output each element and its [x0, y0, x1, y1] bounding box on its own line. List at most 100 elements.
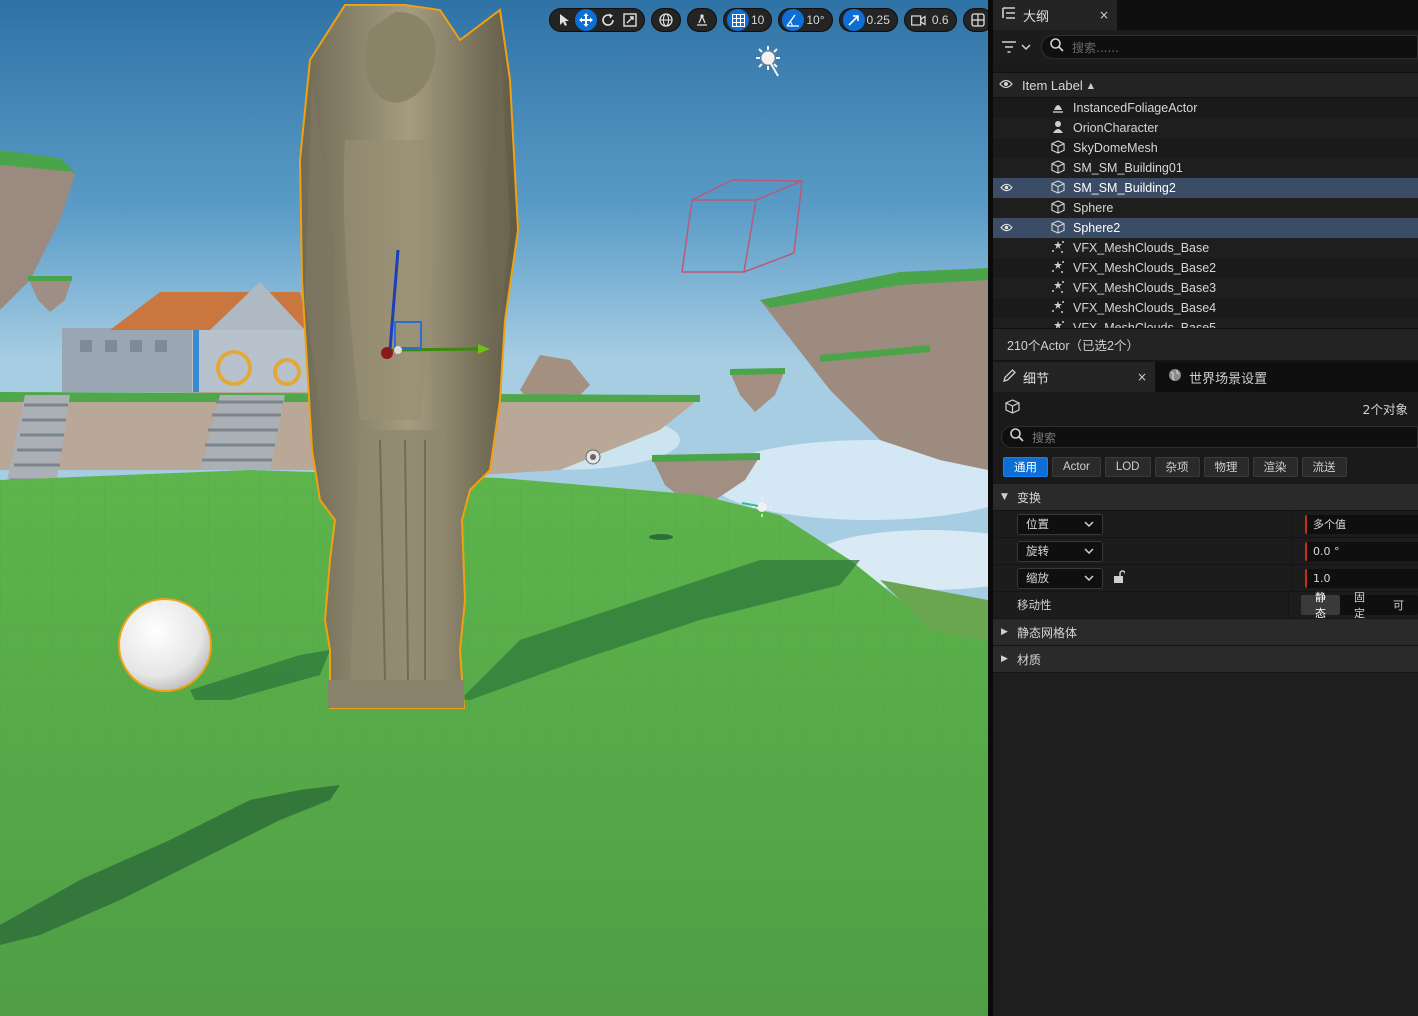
translate-mode-icon[interactable] — [575, 9, 597, 31]
filter-tab[interactable]: 杂项 — [1154, 457, 1200, 477]
filter-icon — [1002, 41, 1031, 53]
grid-snap-value[interactable]: 10 — [749, 13, 768, 27]
surface-snap-group — [687, 8, 717, 32]
search-placeholder: 搜索...... — [1072, 40, 1119, 55]
outliner-row-label: SM_SM_Building01 — [1073, 161, 1183, 175]
niagara-icon — [1049, 240, 1067, 257]
outliner-row[interactable]: VFX_MeshClouds_Base3 — [993, 278, 1418, 298]
object-count: 2个对象 — [1362, 401, 1408, 417]
outliner-search-input[interactable]: 搜索...... — [1041, 35, 1418, 59]
scale-label: 缩放 — [1026, 571, 1049, 585]
outliner-row[interactable]: VFX_MeshClouds_Base — [993, 238, 1418, 258]
scale-snap-value[interactable]: 0.25 — [865, 13, 894, 27]
collapsed-arrow-icon: ▶ — [1001, 627, 1008, 637]
grid-snap-icon[interactable] — [727, 9, 749, 31]
close-icon[interactable]: × — [1099, 8, 1109, 22]
surface-snapping-icon[interactable] — [691, 9, 713, 31]
item-label-column[interactable]: Item Label — [1022, 78, 1083, 93]
outliner-filter-row: 搜索...... — [993, 30, 1418, 64]
world-coordinates-icon[interactable] — [655, 9, 677, 31]
collapsed-arrow-icon: ▶ — [1001, 654, 1008, 664]
filter-tab[interactable]: 物理 — [1203, 457, 1249, 477]
outliner-row[interactable]: OrionCharacter — [993, 118, 1418, 138]
camera-speed-icon[interactable] — [908, 9, 930, 31]
outliner-row[interactable]: SM_SM_Building01 — [993, 158, 1418, 178]
tab-label: 细节 — [1023, 371, 1050, 387]
search-placeholder: 搜索 — [1032, 430, 1057, 445]
camera-speed-group: 0.6 — [903, 8, 957, 32]
close-icon[interactable]: × — [1137, 370, 1147, 384]
rotation-snap-value[interactable]: 10° — [804, 13, 828, 27]
select-mode-icon[interactable] — [553, 9, 575, 31]
character-icon — [1049, 120, 1067, 137]
mobility-label: 移动性 — [1017, 598, 1052, 612]
unreal-editor-window: 10 10° 0.25 0.6 大纲 × 搜索...... Item Label… — [0, 0, 1418, 1016]
level-viewport[interactable]: 10 10° 0.25 0.6 — [0, 0, 988, 1016]
scale-snap-group: 0.25 — [838, 8, 898, 32]
location-x-field[interactable]: 多个值 — [1305, 514, 1418, 534]
outliner-list-icon — [1001, 7, 1017, 23]
details-search-input[interactable]: 搜索 — [1001, 426, 1418, 448]
visibility-eye-icon[interactable] — [993, 221, 1019, 235]
outliner-row[interactable]: VFX_MeshClouds_Base2 — [993, 258, 1418, 278]
sky-light-icon[interactable] — [585, 449, 601, 465]
outliner-row-label: VFX_MeshClouds_Base4 — [1073, 301, 1217, 315]
mobility-option[interactable]: 可 — [1379, 595, 1418, 615]
visibility-eye-icon[interactable] — [993, 78, 1019, 93]
outliner-row[interactable]: VFX_MeshClouds_Base4 — [993, 298, 1418, 318]
mobility-option[interactable]: 固定 — [1340, 591, 1379, 620]
filter-tab[interactable]: 流送 — [1301, 457, 1347, 477]
rotation-x-field[interactable]: 0.0 ° — [1305, 541, 1418, 561]
static-mesh-icon — [1049, 199, 1067, 217]
tab-outliner[interactable]: 大纲 × — [993, 0, 1118, 30]
visibility-eye-icon[interactable] — [993, 181, 1019, 195]
unlock-icon[interactable] — [1113, 570, 1126, 586]
filter-tab[interactable]: 渲染 — [1252, 457, 1298, 477]
details-filter-tabs: 通用 Actor LOD 杂项 物理 渲染 流送 — [993, 450, 1418, 484]
coordinate-system-group — [651, 8, 681, 32]
static-mesh-icon — [1049, 139, 1067, 157]
rotation-snap-icon[interactable] — [782, 9, 805, 31]
filter-tab[interactable]: LOD — [1104, 457, 1151, 477]
outliner-row-label: SkyDomeMesh — [1073, 141, 1158, 155]
mobility-row: 移动性 静态 固定可 — [993, 591, 1418, 620]
viewport-layout-icon[interactable] — [967, 9, 988, 31]
scale-dropdown[interactable]: 缩放 — [1017, 567, 1103, 589]
outliner-row[interactable]: InstancedFoliageActor — [993, 98, 1418, 118]
foliage-icon — [1049, 100, 1067, 117]
outliner-status: 210个Actor（已选2个） — [993, 328, 1418, 360]
rotation-row: 旋转 0.0 ° — [993, 537, 1418, 565]
scale-snap-icon[interactable] — [842, 9, 865, 31]
location-label: 位置 — [1026, 517, 1049, 531]
rotate-mode-icon[interactable] — [597, 9, 619, 31]
scale-mode-icon[interactable] — [619, 9, 641, 31]
location-dropdown[interactable]: 位置 — [1017, 513, 1103, 535]
scale-x-field[interactable]: 1.0 — [1305, 568, 1418, 588]
tab-world-settings[interactable]: 世界场景设置 — [1155, 362, 1276, 392]
outliner-row[interactable]: Sphere2 — [993, 218, 1418, 238]
static-mesh-section-header[interactable]: ▶ 静态网格体 — [993, 619, 1418, 646]
filter-tab[interactable]: Actor — [1052, 457, 1101, 477]
sort-ascending-icon[interactable]: ▲ — [1088, 81, 1094, 90]
transform-section-header[interactable]: ▼ 变换 — [993, 484, 1418, 511]
camera-speed-value[interactable]: 0.6 — [930, 13, 953, 27]
mobility-option[interactable]: 静态 — [1301, 591, 1340, 620]
selected-objects-row: 2个对象 — [993, 392, 1418, 424]
outliner-row[interactable]: Sphere — [993, 198, 1418, 218]
search-icon — [1050, 38, 1064, 56]
viewport-layout-group — [962, 8, 988, 32]
viewport-scene[interactable] — [0, 0, 988, 1016]
tab-details[interactable]: 细节 × — [993, 362, 1156, 392]
scale-row: 缩放 1.0 — [993, 564, 1418, 592]
materials-section-header[interactable]: ▶ 材质 — [993, 646, 1418, 673]
outliner-row[interactable]: SM_SM_Building2 — [993, 178, 1418, 198]
filter-tab[interactable]: 通用 — [1003, 457, 1048, 477]
rotation-dropdown[interactable]: 旋转 — [1017, 540, 1103, 562]
sphere-actor[interactable] — [118, 598, 212, 692]
filter-dropdown-button[interactable] — [1001, 36, 1041, 58]
section-label: 静态网格体 — [1017, 625, 1078, 640]
outliner-row[interactable]: SkyDomeMesh — [993, 138, 1418, 158]
rotation-snap-group: 10° — [778, 8, 833, 32]
details-search-row: 搜索 — [993, 424, 1418, 450]
mobility-segmented-control: 静态 固定可 — [1301, 591, 1418, 620]
